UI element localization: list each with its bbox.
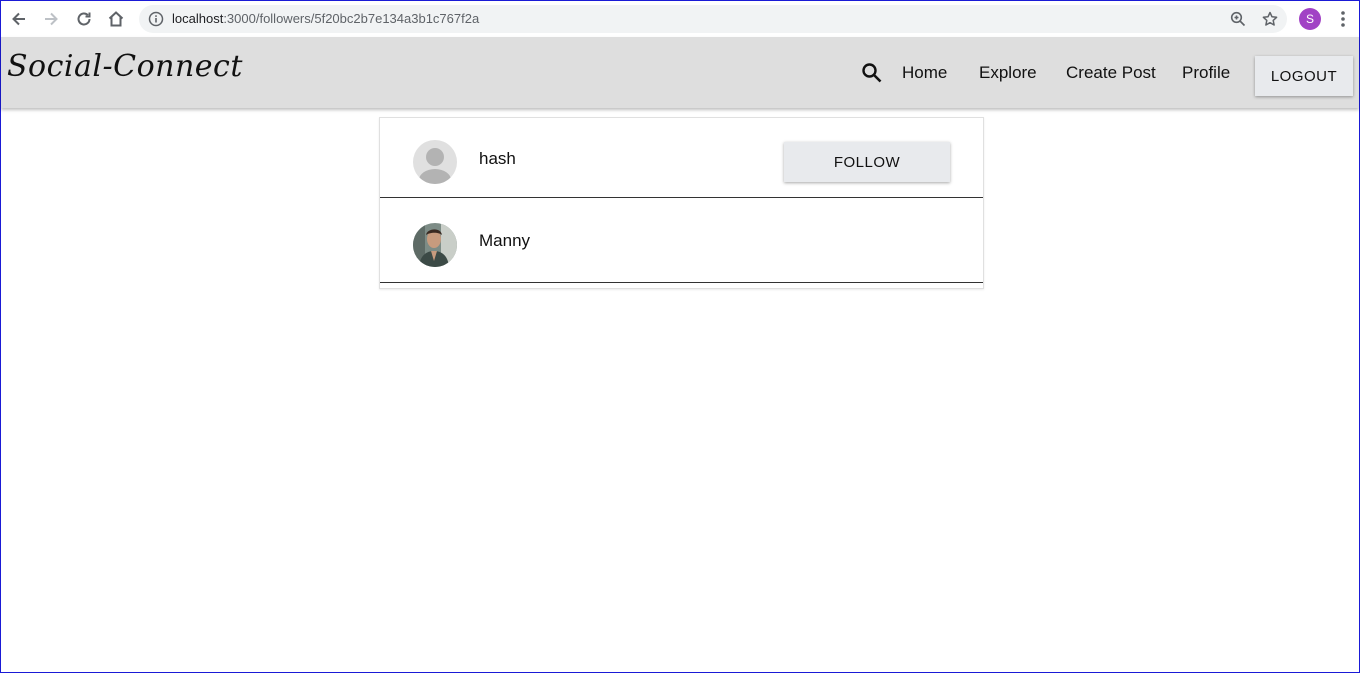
nav-link-home[interactable]: Home xyxy=(902,63,947,83)
follower-item: hash FOLLOW xyxy=(380,118,983,198)
app-navbar: Social-Connect Home Explore Create Post … xyxy=(1,37,1359,108)
nav-link-explore[interactable]: Explore xyxy=(979,63,1037,83)
info-icon[interactable] xyxy=(147,10,165,28)
url-host: localhost xyxy=(172,11,224,26)
browser-profile-avatar[interactable]: S xyxy=(1299,8,1321,30)
follow-button[interactable]: FOLLOW xyxy=(784,142,950,182)
forward-arrow-icon[interactable] xyxy=(41,9,61,29)
search-icon[interactable] xyxy=(860,61,884,85)
nav-link-create-post[interactable]: Create Post xyxy=(1066,63,1156,83)
default-avatar[interactable] xyxy=(413,140,457,184)
followers-list: hash FOLLOW Manny xyxy=(379,117,984,289)
logout-button[interactable]: LOGOUT xyxy=(1255,56,1353,96)
follower-username[interactable]: hash xyxy=(479,149,516,169)
back-arrow-icon[interactable] xyxy=(9,9,29,29)
follower-username[interactable]: Manny xyxy=(479,231,530,251)
url-text: localhost:3000/followers/5f20bc2b7e134a3… xyxy=(172,11,479,26)
reload-icon[interactable] xyxy=(74,9,94,29)
person-silhouette-icon xyxy=(419,148,451,184)
nav-link-profile[interactable]: Profile xyxy=(1182,63,1230,83)
url-path: :3000/followers/5f20bc2b7e134a3b1c767f2a xyxy=(223,11,480,26)
brand-logo[interactable]: Social-Connect xyxy=(7,49,243,84)
user-photo xyxy=(413,223,457,267)
follower-item: Manny xyxy=(380,199,983,283)
browser-toolbar: localhost:3000/followers/5f20bc2b7e134a3… xyxy=(1,1,1359,37)
photo-avatar[interactable] xyxy=(413,223,457,267)
bookmark-star-icon[interactable] xyxy=(1261,10,1279,28)
zoom-icon[interactable] xyxy=(1229,10,1247,28)
home-icon[interactable] xyxy=(106,9,126,29)
address-bar[interactable]: localhost:3000/followers/5f20bc2b7e134a3… xyxy=(139,5,1287,33)
more-vert-icon[interactable] xyxy=(1333,9,1353,29)
